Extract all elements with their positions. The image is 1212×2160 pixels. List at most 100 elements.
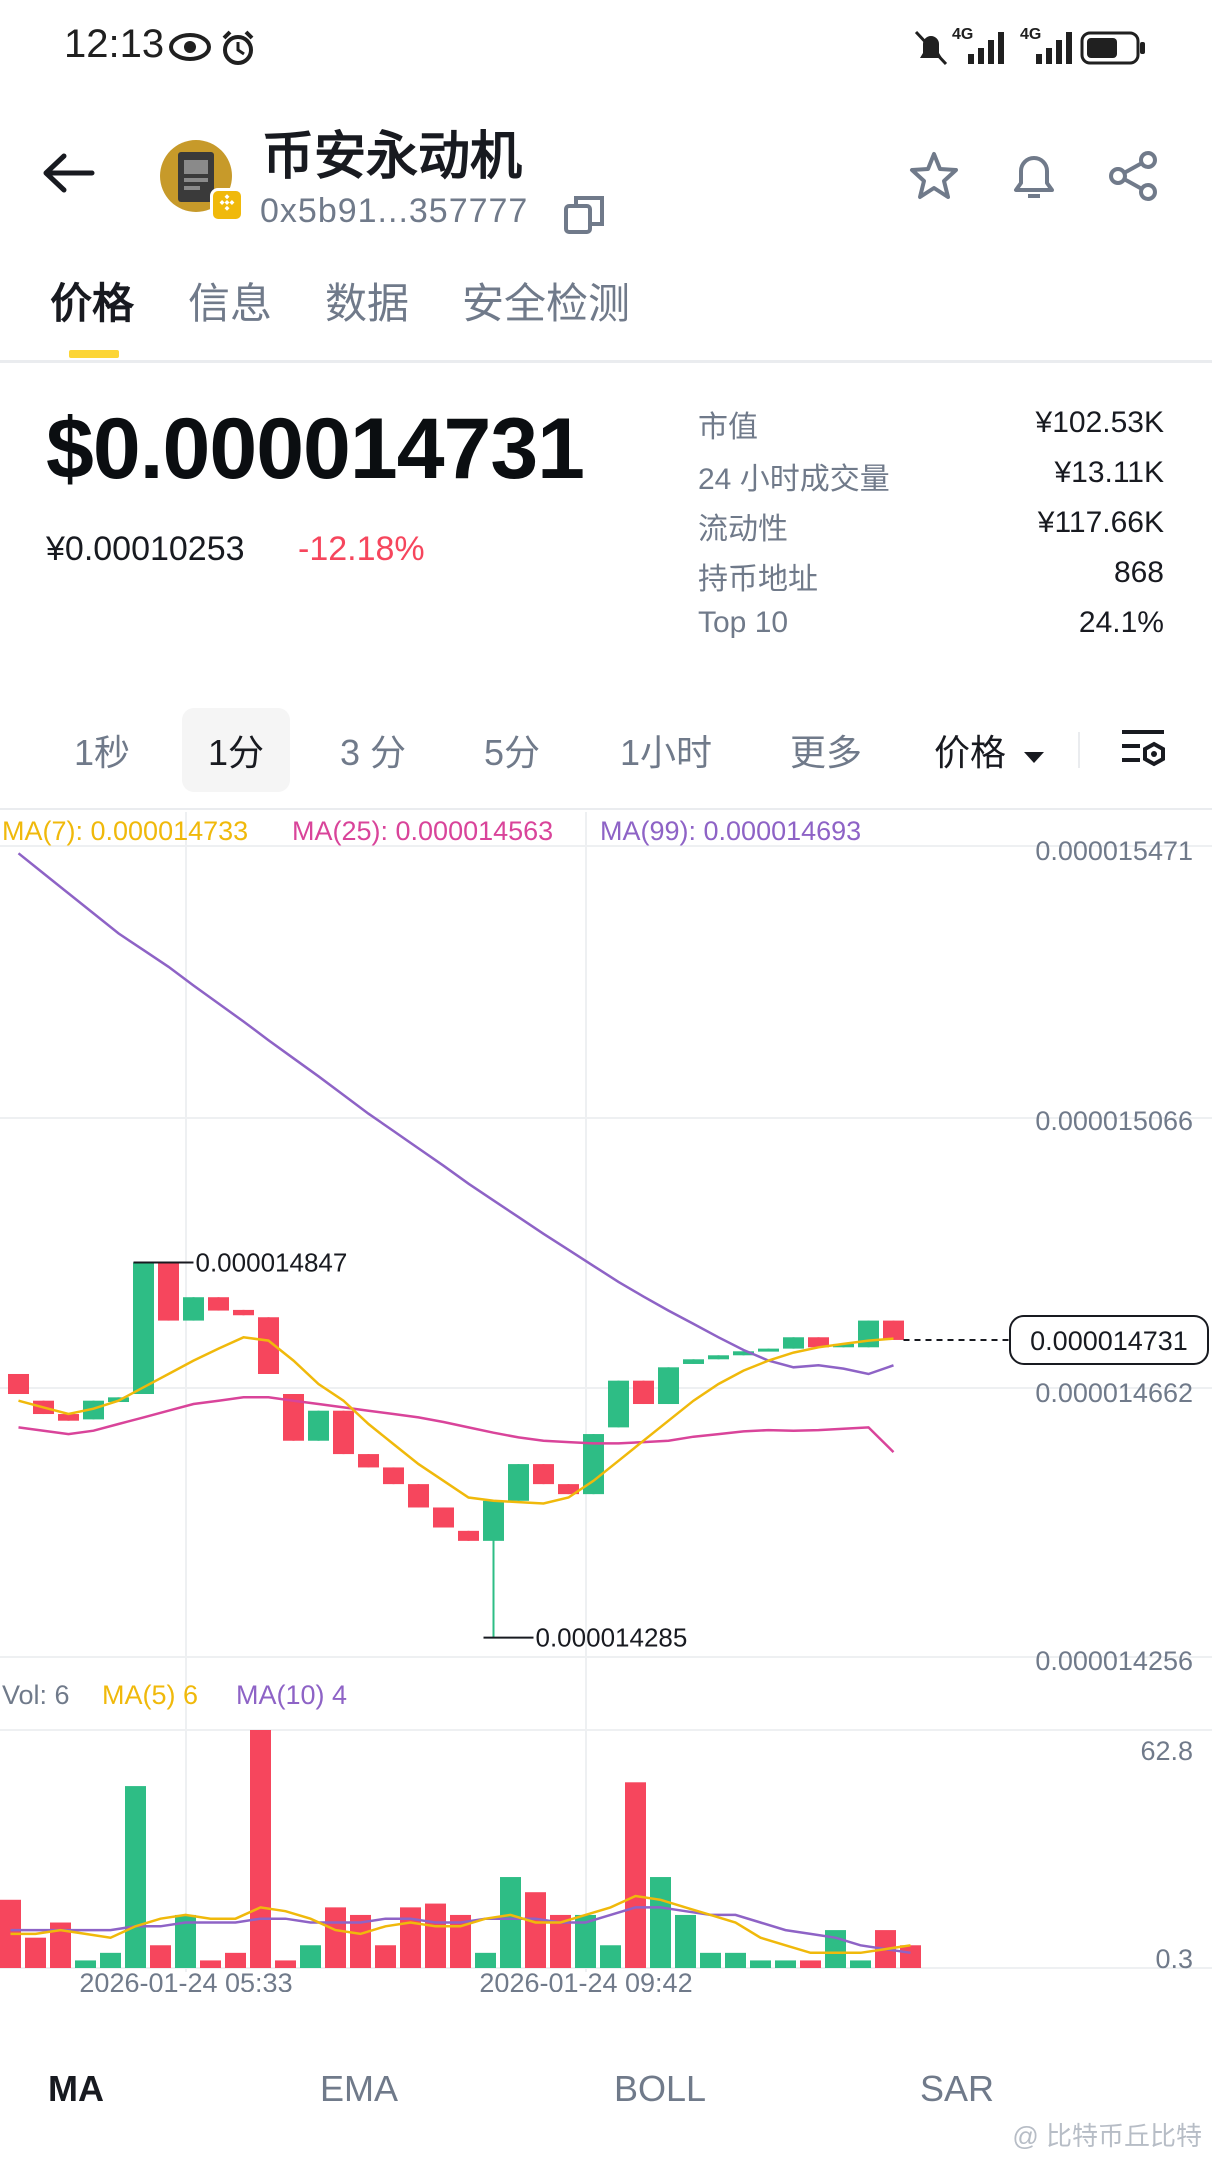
token-address: 0x5b91...357777 [260,192,529,230]
stat-label-holders: 持币地址 [698,563,818,596]
candle-body [208,1297,229,1311]
volume-bar [200,1960,221,1968]
volume-bar [375,1945,396,1968]
volume-bar [475,1952,496,1968]
tab-data[interactable]: 数据 [325,270,409,331]
candle-body [758,1348,779,1352]
price-axis-label: 0.000015066 [1035,1106,1193,1136]
volume-bar [75,1960,96,1968]
copy-icon[interactable] [562,192,606,236]
volume-bar [775,1960,796,1968]
bell-icon[interactable] [1006,148,1062,204]
price-axis-label: 0.000014256 [1035,1646,1193,1676]
indicator-tab-ma[interactable]: MA [48,2068,104,2110]
volume-bar [650,1877,671,1968]
candle-body [633,1380,654,1405]
price-usd: $0.000014731 [46,401,585,497]
volume-bar [500,1877,521,1968]
back-arrow-icon[interactable] [40,148,100,198]
volume-bar [725,1952,746,1968]
indicator-tab-sar[interactable]: SAR [920,2068,994,2110]
ma25-legend: MA(25): 0.000014563 [292,816,554,846]
mute-bell-icon [914,30,948,66]
indicator-tab-boll[interactable]: BOLL [614,2068,706,2110]
candle-body [358,1454,379,1468]
candle-body [8,1373,29,1395]
signal-icon [968,32,1004,64]
candle-body [483,1500,504,1541]
candle-body [783,1337,804,1349]
interval-more[interactable]: 更多 [790,724,862,776]
candle-body [608,1380,629,1428]
volume-bar [100,1952,121,1968]
caret-down-icon [1024,752,1045,763]
ma25-line [18,1396,895,1453]
stat-value-holders: 868 [1113,556,1164,589]
stat-value-volume: ¥13.11K [1054,456,1164,489]
volume-bar [400,1907,421,1968]
star-icon[interactable] [906,148,962,204]
interval-5m[interactable]: 5分 [484,724,540,776]
ma7-legend: MA(7): 0.000014733 [2,816,249,846]
candle-body [333,1410,354,1455]
indicator-tab-ema[interactable]: EMA [320,2068,398,2110]
volume-bar [525,1892,546,1968]
candle-body [508,1464,529,1501]
status-bar: 12:13 4G 4G [0,0,1212,96]
candle-body [708,1355,729,1360]
interval-divider [1078,732,1080,768]
battery-icon [1080,31,1145,65]
price-axis-label: 0.000015471 [1035,836,1193,866]
stat-value-liquidity: ¥117.66K [1037,506,1164,539]
vol-ma10-legend: MA(10) 4 [236,1680,348,1710]
price-dropdown-label: 价格 [934,732,1007,773]
tab-price[interactable]: 价格 [50,270,134,331]
volume-axis-label: 62.8 [1140,1736,1193,1766]
interval-bar: 1秒 1分 3 分 5分 1小时 更多 价格 [0,708,1212,798]
divider [0,808,1212,810]
x-axis-label: 2026-01-24 09:42 [479,1968,692,1992]
volume-bar [625,1782,646,1968]
signal-icon-2 [1036,32,1072,64]
volume-bar [900,1945,921,1968]
price-change: -12.18% [298,530,425,568]
ma99-legend: MA(99): 0.000014693 [600,816,862,846]
stat-label-market-cap: 市值 [698,411,758,444]
interval-3m[interactable]: 3 分 [340,724,406,776]
tab-security[interactable]: 安全检测 [462,270,630,331]
candle-body [408,1484,429,1508]
stat-label-top10: Top 10 [698,606,789,639]
stat-label-volume: 24 小时成交量 [698,463,890,496]
candlestick-chart[interactable]: 0.000015471 0.000015066 0.000014662 0.00001… [0,812,1212,1992]
candle-body [133,1262,154,1395]
status-time: 12:13 [64,22,165,66]
volume-bar [325,1907,346,1968]
interval-1h[interactable]: 1小时 [620,724,712,776]
volume-bar [425,1903,446,1968]
candle-body [233,1309,254,1316]
candle-body [858,1320,879,1348]
tab-info[interactable]: 信息 [188,270,272,331]
interval-1s[interactable]: 1秒 [74,724,130,776]
candle-body [183,1297,204,1321]
high-price-label: 0.000014847 [196,1248,348,1278]
candle-body [308,1410,329,1441]
chain-badge-icon [210,188,244,222]
volume-bar [275,1960,296,1968]
candle-body [433,1507,454,1528]
candle-body [683,1359,704,1364]
x-axis-label: 2026-01-24 05:33 [79,1968,292,1992]
stat-label-liquidity: 流动性 [698,513,788,546]
alarm-icon [222,30,254,65]
share-icon[interactable] [1106,148,1162,204]
watermark: @ 比特币丘比特 [1012,2121,1202,2151]
stat-value-top10: 24.1% [1078,606,1164,639]
candle-body [658,1367,679,1405]
candle-body [383,1467,404,1485]
price-dropdown[interactable]: 价格 [934,724,1046,776]
volume-bar [850,1960,871,1968]
interval-1m[interactable]: 1分 [182,708,291,792]
stat-value-market-cap: ¥102.53K [1035,406,1164,439]
eye-icon [169,33,211,61]
chart-settings-icon[interactable] [1118,726,1168,772]
